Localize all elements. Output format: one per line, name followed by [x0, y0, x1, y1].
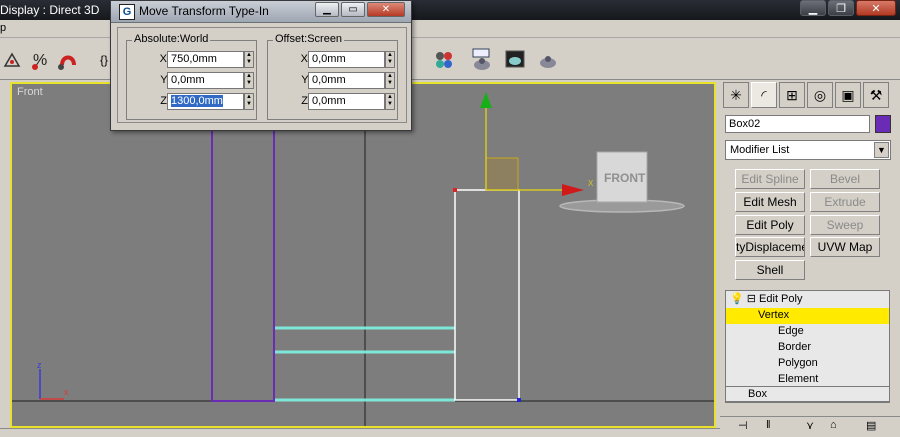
modifier-list-dropdown[interactable]: Modifier List ▼	[725, 140, 891, 160]
abs-z-selected-text: 1300,0mm	[171, 95, 223, 107]
dialog-title: Move Transform Type-In	[139, 4, 269, 18]
stack-polygon-label: Polygon	[778, 357, 818, 369]
edit-spline-button[interactable]: Edit Spline	[735, 169, 805, 189]
stack-edge-label: Edge	[778, 325, 804, 337]
viewport-scene[interactable]: X FRONT z x	[12, 84, 716, 428]
edit-mesh-button[interactable]: Edit Mesh	[735, 192, 805, 212]
abs-x-input[interactable]: 750,0mm	[167, 51, 244, 68]
off-x-spinner[interactable]: ▲ ▼	[385, 51, 395, 68]
axis-z-label: z	[37, 360, 42, 370]
off-y-row: Y: 0,0mm ▲ ▼	[268, 72, 396, 90]
off-z-spinner[interactable]: ▲ ▼	[385, 93, 395, 110]
light-bulb-icon[interactable]: 💡	[730, 293, 744, 305]
motion-tab-icon[interactable]: ◎	[807, 82, 833, 108]
modifier-list-label: Modifier List	[730, 144, 790, 156]
render-setup-icon[interactable]	[470, 48, 494, 72]
render-frame-icon[interactable]	[503, 48, 527, 72]
stack-edit-poly[interactable]: 💡 ⊟ Edit Poly	[726, 292, 889, 308]
collapse-icon[interactable]: ⊟	[747, 293, 756, 305]
off-z-input[interactable]: 0,0mm	[308, 93, 385, 110]
make-unique-icon[interactable]: ⋎	[806, 419, 814, 432]
pin-stack-icon[interactable]: ⊣	[738, 419, 748, 432]
dialog-close-button[interactable]: ✕	[367, 2, 405, 17]
dialog-maximize-button[interactable]: ▭	[341, 2, 365, 17]
stack-element-label: Element	[778, 373, 819, 385]
stack-modifier-label: Edit Poly	[759, 293, 803, 305]
stack-vertex[interactable]: Vertex	[726, 308, 889, 324]
off-y-input[interactable]: 0,0mm	[308, 72, 385, 89]
configure-sets-icon[interactable]: ▤	[866, 419, 876, 432]
sweep-button[interactable]: Sweep	[810, 215, 880, 235]
chevron-down-icon[interactable]: ▼	[874, 142, 889, 158]
off-x-row: X: 0,0mm ▲ ▼	[268, 51, 396, 69]
dialog-body: Absolute:World X: 750,0mm ▲ ▼ Y: 0,0mm ▲ ▼…	[117, 27, 407, 123]
abs-y-spinner[interactable]: ▲ ▼	[244, 72, 254, 89]
abs-z-row: Z: 1300,0mm ▲ ▼	[127, 93, 255, 111]
dialog-minimize-button[interactable]: ▁	[315, 2, 339, 17]
modify-tab-icon[interactable]: ◜	[751, 82, 777, 108]
render-production-icon[interactable]	[536, 48, 560, 72]
dialog-title-bar[interactable]: G Move Transform Type-In ▁ ▭ ✕	[111, 1, 411, 23]
create-tab-icon[interactable]: ✳	[723, 82, 749, 108]
stack-border[interactable]: Border	[726, 340, 889, 356]
axis-x-label: x	[64, 387, 69, 397]
edit-poly-button[interactable]: Edit Poly	[735, 215, 805, 235]
stack-vertex-label: Vertex	[758, 309, 790, 321]
percent-snap-icon[interactable]: %	[28, 48, 52, 72]
menu-item-help[interactable]: p	[0, 22, 6, 34]
abs-z-spinner[interactable]: ▲ ▼	[244, 93, 254, 110]
off-z-row: Z: 0,0mm ▲ ▼	[268, 93, 396, 111]
command-panel: ✳ ◜ ⊞ ◎ ▣ ⚒ Box02 Modifier List ▼ Edit S…	[720, 82, 900, 437]
gizmo-axis-label: X	[588, 179, 594, 188]
move-transform-dialog: G Move Transform Type-In ▁ ▭ ✕ Absolute:…	[110, 0, 412, 131]
offset-legend: Offset:Screen	[273, 33, 345, 45]
magnet-icon[interactable]	[56, 48, 80, 72]
off-x-input[interactable]: 0,0mm	[308, 51, 385, 68]
bevel-button[interactable]: Bevel	[810, 169, 880, 189]
abs-x-row: X: 750,0mm ▲ ▼	[127, 51, 255, 69]
close-button[interactable]: ✕	[856, 0, 896, 16]
stack-base-object[interactable]: Box	[725, 386, 890, 402]
extrude-button[interactable]: Extrude	[810, 192, 880, 212]
abs-y-row: Y: 0,0mm ▲ ▼	[127, 72, 255, 90]
abs-z-input[interactable]: 1300,0mm	[167, 93, 244, 110]
object-name-field[interactable]: Box02	[725, 115, 870, 133]
utilities-tab-icon[interactable]: ⚒	[863, 82, 889, 108]
app-title: Display : Direct 3D	[0, 3, 100, 17]
stack-polygon[interactable]: Polygon	[726, 356, 889, 372]
abs-y-input[interactable]: 0,0mm	[167, 72, 244, 89]
snap-icon[interactable]	[0, 48, 24, 72]
object-color-swatch[interactable]	[875, 115, 891, 133]
status-strip	[0, 428, 720, 437]
stack-edge[interactable]: Edge	[726, 324, 889, 340]
minimize-button[interactable]: ▁	[800, 0, 826, 16]
off-y-spinner[interactable]: ▲ ▼	[385, 72, 395, 89]
shell-button[interactable]: Shell	[735, 260, 805, 280]
offset-screen-group: Offset:Screen X: 0,0mm ▲ ▼ Y: 0,0mm ▲ ▼ Z:…	[267, 33, 398, 120]
display-tab-icon[interactable]: ▣	[835, 82, 861, 108]
remove-modifier-icon[interactable]: ⌂	[830, 419, 837, 431]
tydisplacement-button[interactable]: tyDisplacement	[735, 237, 805, 257]
show-end-result-icon[interactable]: ‖	[766, 419, 771, 431]
left-frame	[0, 82, 10, 428]
viewcube-label[interactable]: FRONT	[604, 171, 646, 185]
absolute-world-group: Absolute:World X: 750,0mm ▲ ▼ Y: 0,0mm ▲ ▼…	[126, 33, 257, 120]
stack-border-label: Border	[778, 341, 812, 353]
front-viewport[interactable]: Front X FRONT z x	[10, 82, 716, 428]
stack-controls: ⊣ ‖ ⋎ ⌂ ▤	[720, 416, 900, 437]
absolute-legend: Absolute:World	[132, 33, 211, 45]
hierarchy-tab-icon[interactable]: ⊞	[779, 82, 805, 108]
app-icon: G	[119, 4, 135, 20]
uvw-map-button[interactable]: UVW Map	[810, 237, 880, 257]
abs-x-spinner[interactable]: ▲ ▼	[244, 51, 254, 68]
restore-button[interactable]: ❐	[828, 0, 854, 16]
material-editor-icon[interactable]	[432, 48, 456, 72]
